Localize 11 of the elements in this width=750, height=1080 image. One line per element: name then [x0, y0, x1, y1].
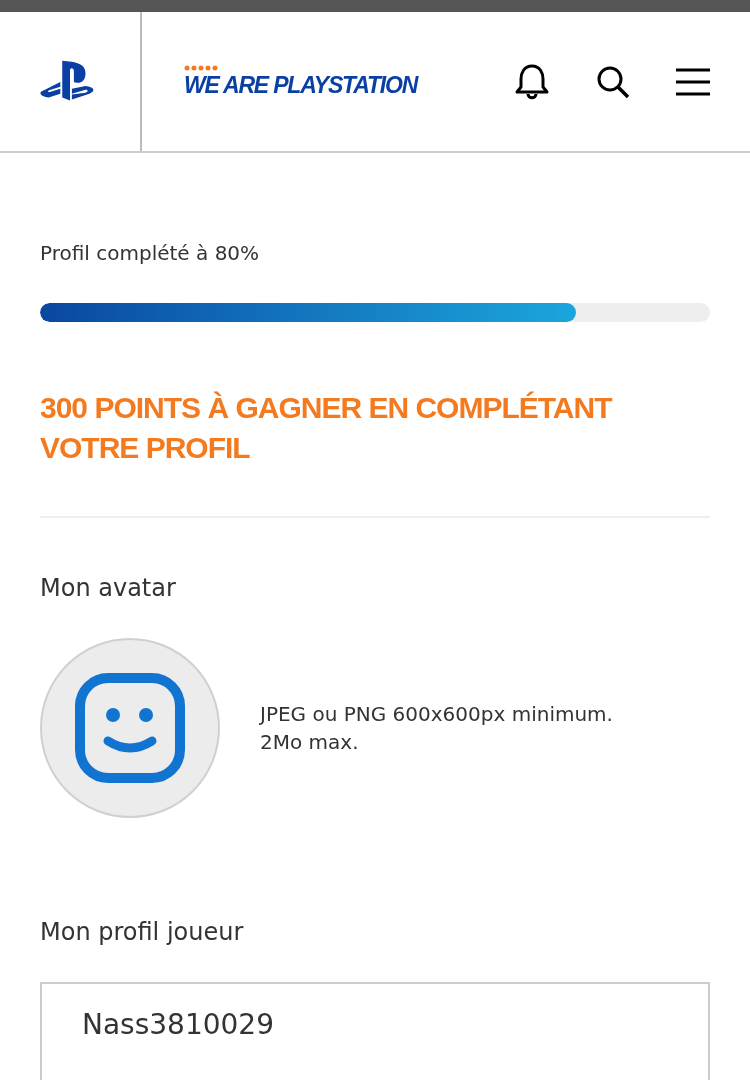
search-icon[interactable]	[596, 64, 630, 99]
section-title: Mon avatar	[40, 574, 177, 602]
smiley-icon	[75, 673, 185, 783]
brand-logo[interactable]: WE ARE PLAYSTATION	[184, 71, 418, 99]
avatar-hint: JPEG ou PNG 600x600px minimum. 2Mo max.	[260, 701, 613, 756]
bell-icon[interactable]	[514, 62, 550, 101]
progress-label: Profil complété à 80%	[40, 241, 261, 265]
menu-icon[interactable]	[676, 67, 710, 96]
points-headline: 300 POINTS À GAGNER EN COMPLÉTANT VOTRE PROFIL	[40, 390, 614, 466]
section-title: Mon profil joueur	[40, 918, 245, 946]
username-field[interactable]: Nass3810029	[40, 982, 710, 1080]
